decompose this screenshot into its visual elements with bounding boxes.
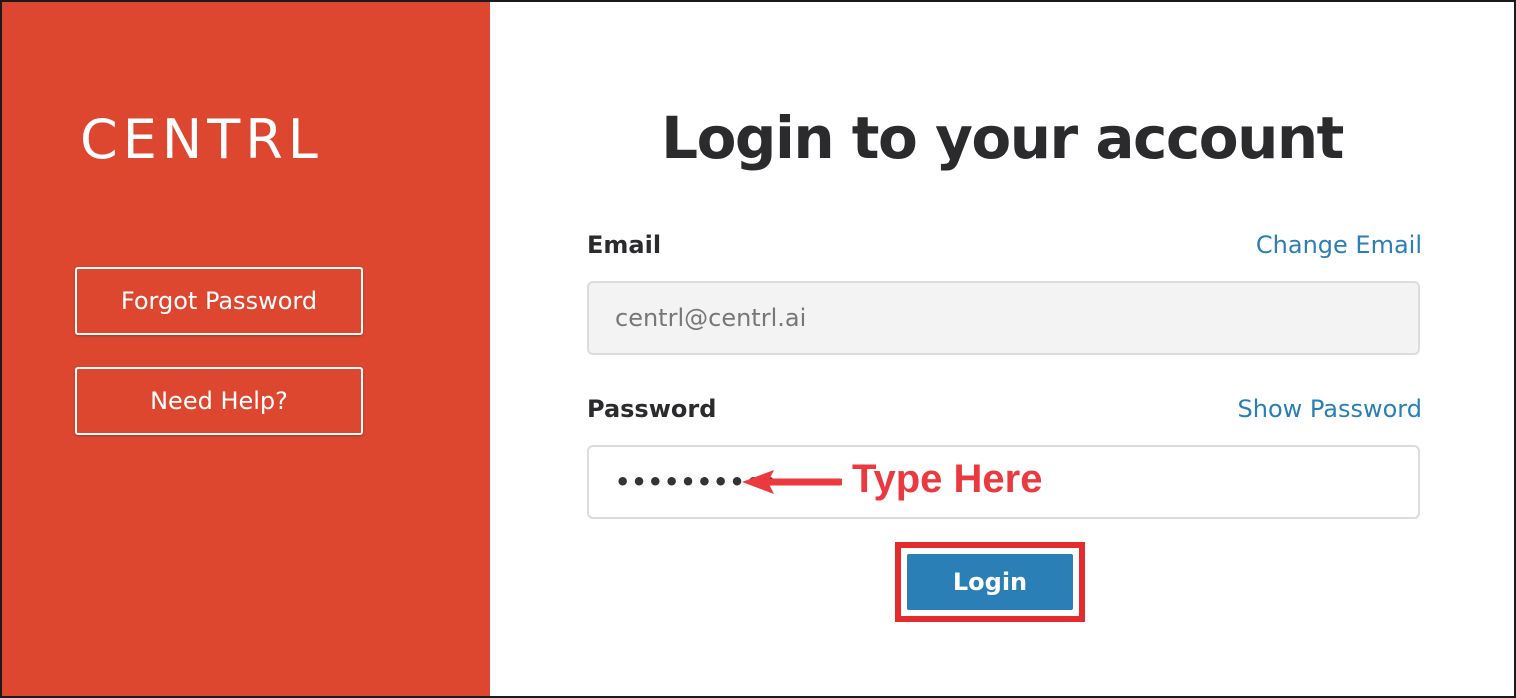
arrow-left-icon bbox=[742, 470, 842, 494]
change-email-link[interactable]: Change Email bbox=[1256, 227, 1422, 263]
brand-panel: CENTRL Forgot Password Need Help? bbox=[2, 2, 490, 696]
need-help-button[interactable]: Need Help? bbox=[75, 367, 363, 435]
email-field[interactable] bbox=[587, 281, 1420, 355]
show-password-link[interactable]: Show Password bbox=[1238, 391, 1423, 427]
login-form: Login to your account Email Change Email… bbox=[490, 2, 1514, 696]
forgot-password-button[interactable]: Forgot Password bbox=[75, 267, 363, 335]
login-button[interactable]: Login bbox=[907, 554, 1073, 610]
type-here-annotation: Type Here bbox=[852, 457, 1043, 501]
password-label: Password bbox=[587, 395, 717, 423]
centrl-logo: CENTRL bbox=[80, 108, 323, 171]
page-title: Login to your account bbox=[661, 104, 1344, 172]
login-page: CENTRL Forgot Password Need Help? Login … bbox=[0, 0, 1516, 698]
email-label: Email bbox=[587, 231, 662, 259]
login-button-highlight: Login bbox=[895, 542, 1085, 622]
